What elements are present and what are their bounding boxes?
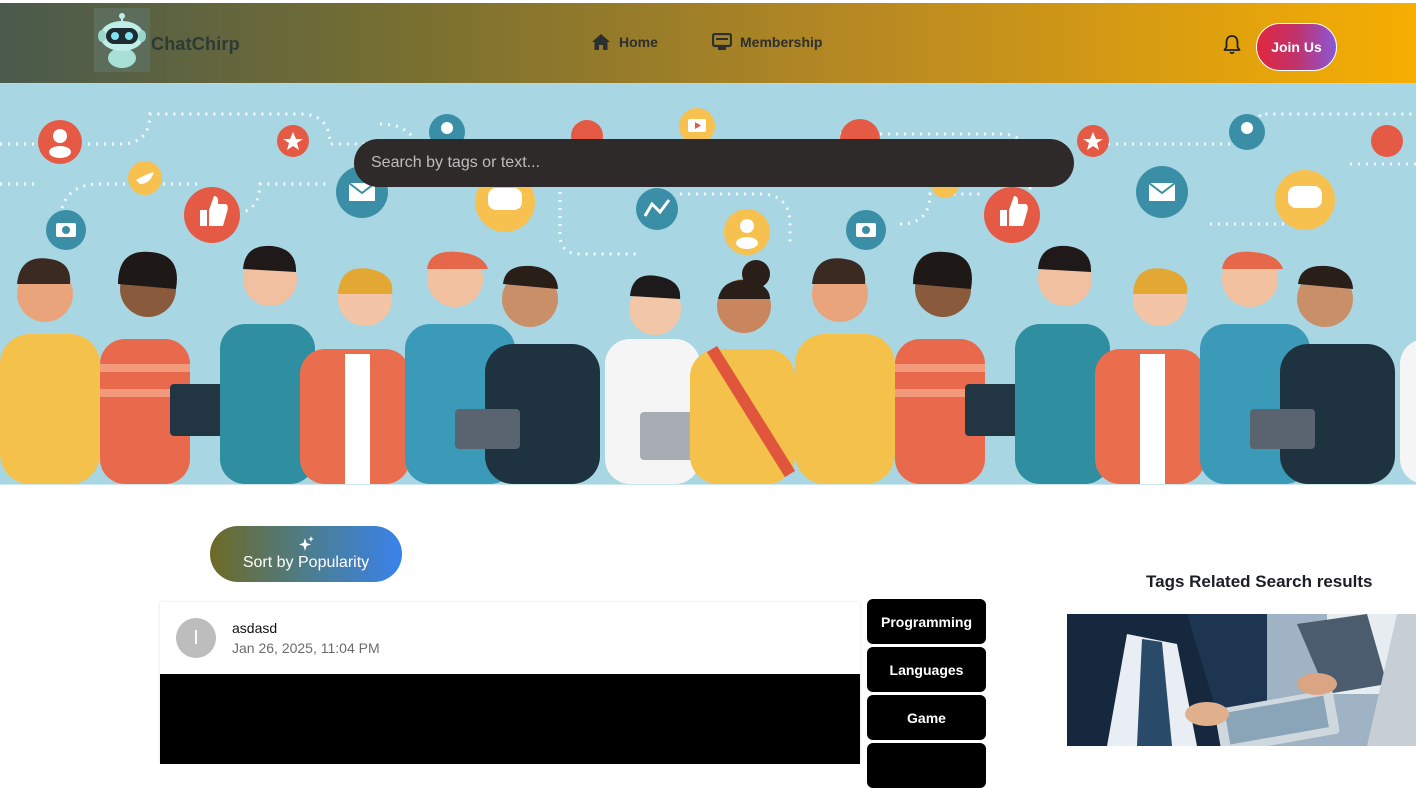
post-media[interactable]	[160, 674, 860, 764]
related-search-title: Tags Related Search results	[1146, 572, 1373, 591]
brand-name[interactable]: ChatChirp	[151, 34, 240, 55]
home-icon	[592, 34, 610, 50]
nav-home[interactable]: Home	[591, 33, 658, 51]
hero-banner	[0, 84, 1416, 484]
post-card[interactable]: I asdasd Jan 26, 2025, 11:04 PM	[160, 602, 860, 764]
related-result-illustration	[1067, 614, 1416, 746]
sort-label: Sort by Popularity	[242, 554, 370, 571]
tag-game[interactable]: Game	[867, 695, 986, 740]
post-username[interactable]: asdasd	[232, 620, 277, 636]
post-date: Jan 26, 2025, 11:04 PM	[232, 640, 380, 656]
join-us-button[interactable]: Join Us	[1256, 23, 1337, 71]
avatar[interactable]: I	[176, 618, 216, 658]
tag-languages[interactable]: Languages	[867, 647, 986, 692]
nav-membership-label: Membership	[740, 34, 823, 50]
tag-programming[interactable]: Programming	[867, 599, 986, 644]
sort-by-popularity-button[interactable]: Sort by Popularity	[210, 526, 402, 582]
hero-divider	[0, 484, 1416, 485]
navbar: ChatChirp Home Membership Join Us	[0, 0, 1416, 84]
notification-button[interactable]	[1222, 34, 1242, 56]
nav-home-label: Home	[619, 34, 658, 50]
membership-icon	[712, 33, 732, 50]
tag-item[interactable]	[867, 743, 986, 788]
sparkle-icon	[299, 536, 314, 551]
nav-membership[interactable]: Membership	[712, 33, 822, 51]
robot-icon	[94, 8, 150, 72]
bell-icon	[1223, 35, 1241, 55]
logo[interactable]	[94, 8, 150, 72]
search-input[interactable]	[354, 139, 1074, 187]
related-result-image[interactable]	[1067, 614, 1416, 746]
